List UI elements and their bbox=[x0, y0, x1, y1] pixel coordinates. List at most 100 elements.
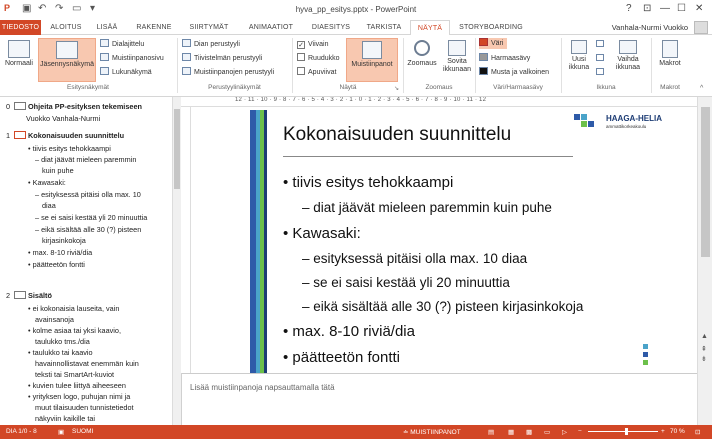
outline-line[interactable]: • Kawasaki: bbox=[28, 178, 66, 187]
outline-line[interactable]: • ei kokonaisia lauseita, vain bbox=[28, 304, 119, 313]
outline-line[interactable]: • kuvien tulee liittyä aiheeseen bbox=[28, 381, 126, 390]
dialog-launcher-icon[interactable]: ↘ bbox=[394, 85, 399, 92]
zoom-slider-thumb[interactable] bbox=[625, 428, 628, 435]
close-button[interactable]: ✕ bbox=[695, 3, 703, 14]
tab-animaatiot[interactable]: ANIMAATIOT bbox=[241, 20, 301, 35]
language-indicator[interactable]: SUOMI bbox=[72, 428, 93, 435]
outline-line[interactable]: • tiivis esitys tehokkaampi bbox=[28, 144, 111, 153]
ruudukko-checkbox[interactable]: Ruudukko bbox=[297, 53, 340, 64]
ribbon-display-button[interactable]: ⊡ bbox=[643, 3, 651, 14]
slide-canvas[interactable]: Kokonaisuuden suunnittelu HAAGA-HELIA am… bbox=[250, 110, 690, 373]
slide-sub-bullet[interactable]: – se ei saisi kestää yli 20 minuuttia bbox=[302, 275, 510, 290]
tab-nayta[interactable]: NÄYTÄ bbox=[410, 20, 450, 36]
outline-line[interactable]: – eikä sisältää alle 30 (?) pisteen bbox=[35, 225, 141, 234]
tab-aloitus[interactable]: ALOITUS bbox=[46, 20, 86, 35]
tiivistelman-perustyyli-button[interactable]: Tiivistelmän perustyyli bbox=[182, 53, 262, 64]
outline-pane[interactable]: 0 Ohjeita PP-esityksen tekemiseen Vuokko … bbox=[0, 97, 172, 425]
reading-view-status-icon[interactable]: ▭ bbox=[544, 428, 550, 436]
outline-line[interactable]: havainnollistavat enemmän kuin bbox=[35, 359, 139, 368]
makrot-button[interactable]: Makrot bbox=[655, 38, 685, 82]
tab-storyboarding[interactable]: STORYBOARDING bbox=[455, 20, 527, 35]
outline-line[interactable]: näkyviin kaikille tai bbox=[35, 414, 95, 423]
account-name[interactable]: Vanhala-Nurmi Vuokko bbox=[612, 23, 688, 32]
tab-tarkista[interactable]: TARKISTA bbox=[361, 20, 407, 35]
fit-slide-icon[interactable]: ⊡ bbox=[695, 428, 700, 436]
slide-bullet[interactable]: • max. 8-10 riviä/dia bbox=[283, 323, 415, 340]
notes-pane[interactable]: Lisää muistiinpanoja napsauttamalla tätä bbox=[182, 373, 697, 425]
notes-toggle[interactable]: ≐ MUISTIINPANOT bbox=[403, 428, 461, 436]
outline-line[interactable]: taulukko tms./dia bbox=[35, 337, 90, 346]
outline-slide-0[interactable]: 0 Ohjeita PP-esityksen tekemiseen bbox=[6, 102, 142, 111]
zoom-out-icon[interactable]: − bbox=[578, 428, 582, 435]
outline-line[interactable]: • taulukko tai kaavio bbox=[28, 348, 93, 357]
harmaasavy-button[interactable]: Harmaasävy bbox=[479, 53, 530, 64]
outline-scrollbar[interactable] bbox=[172, 97, 181, 425]
outline-line[interactable]: • yrityksen logo, puhujan nimi ja bbox=[28, 392, 130, 401]
slideshow-status-icon[interactable]: ▷ bbox=[562, 428, 567, 436]
outline-line[interactable]: • kolme asiaa tai yksi kaavio, bbox=[28, 326, 121, 335]
zoom-level[interactable]: 70 % bbox=[670, 428, 685, 435]
scroll-up-icon[interactable]: ▲ bbox=[701, 333, 708, 340]
outline-line[interactable]: kirjasinkokoja bbox=[42, 236, 86, 245]
slide-sorter-status-icon[interactable]: ▩ bbox=[526, 428, 532, 436]
tab-rakenne[interactable]: RAKENNE bbox=[130, 20, 178, 35]
slide-sub-bullet[interactable]: – eikä sisältää alle 30 (?) pisteen kirj… bbox=[302, 299, 583, 314]
slide-sub-bullet[interactable]: – esityksessä pitäisi olla max. 10 diaa bbox=[302, 251, 527, 266]
scrollbar-thumb[interactable] bbox=[701, 107, 710, 257]
slide-bullet[interactable]: • tiivis esitys tehokkaampi bbox=[283, 174, 453, 191]
minimize-button[interactable]: — bbox=[660, 3, 670, 14]
slide-title[interactable]: Kokonaisuuden suunnittelu bbox=[283, 124, 511, 146]
outline-line[interactable]: – se ei saisi kestää yli 20 minuuttia bbox=[35, 213, 147, 222]
apuviivat-checkbox[interactable]: Apuviivat bbox=[297, 67, 336, 78]
slide-scrollbar[interactable]: ▲ ⇞ ⇟ bbox=[697, 97, 712, 425]
collapse-ribbon-icon[interactable]: ^ bbox=[700, 85, 703, 92]
normal-view-status-icon[interactable]: ▦ bbox=[508, 428, 514, 436]
outline-line[interactable]: kuin puhe bbox=[42, 166, 74, 175]
dialajittelu-button[interactable]: Dialajittelu bbox=[100, 39, 144, 50]
vaihda-ikkunaa-button[interactable]: Vaihda ikkunaa bbox=[611, 38, 645, 82]
outline-line[interactable]: diaa bbox=[42, 201, 56, 210]
outline-line[interactable]: muut tilaisuuden tunnistetiedot bbox=[35, 403, 134, 412]
muistiinpanojen-perustyyli-button[interactable]: Muistiinpanojen perustyyli bbox=[182, 67, 274, 78]
outline-line[interactable]: – esityksessä pitäisi olla max. 10 bbox=[35, 190, 141, 199]
normaali-button[interactable]: Normaali bbox=[2, 38, 36, 82]
previous-slide-icon[interactable]: ⇞ bbox=[701, 345, 707, 353]
sovita-ikkunaan-button[interactable]: Sovita ikkunaan bbox=[441, 38, 473, 82]
spellcheck-icon[interactable]: ▣ bbox=[58, 428, 64, 436]
outline-line[interactable]: teksti tai SmartArt-kuviot bbox=[35, 370, 114, 379]
musta-ja-valkoinen-button[interactable]: Musta ja valkoinen bbox=[479, 67, 549, 78]
cascade-icon[interactable] bbox=[596, 54, 604, 61]
slide-bullet[interactable]: • päätteetön fontti bbox=[283, 349, 400, 366]
muistiinpanot-button[interactable]: Muistiinpanot bbox=[346, 38, 398, 82]
zoom-in-icon[interactable]: + bbox=[661, 428, 665, 435]
next-slide-icon[interactable]: ⇟ bbox=[701, 355, 707, 363]
comments-icon[interactable]: ▤ bbox=[488, 428, 494, 436]
outline-line[interactable]: • päätteetön fontti bbox=[28, 260, 85, 269]
maximize-button[interactable]: ☐ bbox=[677, 3, 686, 14]
notes-placeholder[interactable]: Lisää muistiinpanoja napsauttamalla tätä bbox=[190, 383, 335, 392]
slide-sub-bullet[interactable]: – diat jäävät mieleen paremmin kuin puhe bbox=[302, 200, 552, 215]
uusi-ikkuna-button[interactable]: Uusi ikkuna bbox=[565, 38, 593, 82]
tab-diaesitys[interactable]: DIAESITYS bbox=[306, 20, 356, 35]
vari-button[interactable]: Väri bbox=[479, 38, 508, 49]
outline-line[interactable]: Vuokko Vanhala-Nurmi bbox=[26, 114, 100, 123]
lukunakyma-button[interactable]: Lukunäkymä bbox=[100, 67, 152, 78]
avatar[interactable] bbox=[694, 21, 708, 34]
tab-tiedosto[interactable]: TIEDOSTO bbox=[0, 20, 41, 35]
muistiinpanosivu-button[interactable]: Muistiinpanosivu bbox=[100, 53, 164, 64]
zoomaus-button[interactable]: Zoomaus bbox=[405, 38, 439, 82]
help-button[interactable]: ? bbox=[626, 3, 632, 14]
scrollbar-thumb[interactable] bbox=[174, 109, 180, 189]
zoom-slider[interactable] bbox=[588, 431, 658, 432]
dian-perustyyli-button[interactable]: Dian perustyyli bbox=[182, 39, 240, 50]
viivain-checkbox[interactable]: ✓ Viivain bbox=[297, 39, 329, 50]
tab-lisaa[interactable]: LISÄÄ bbox=[90, 20, 124, 35]
outline-line[interactable]: avainsanoja bbox=[35, 315, 74, 324]
move-split-icon[interactable] bbox=[596, 68, 604, 75]
arrange-all-icon[interactable] bbox=[596, 40, 604, 47]
jasennysnakyma-button[interactable]: Jäsennysnäkymä bbox=[38, 38, 96, 82]
outline-slide-1[interactable]: 1 Kokonaisuuden suunnittelu bbox=[6, 131, 124, 140]
tab-siirtymat[interactable]: SIIRTYMÄT bbox=[183, 20, 235, 35]
slide-bullet[interactable]: • Kawasaki: bbox=[283, 225, 361, 242]
outline-line[interactable]: – diat jäävät mieleen paremmin bbox=[35, 155, 136, 164]
